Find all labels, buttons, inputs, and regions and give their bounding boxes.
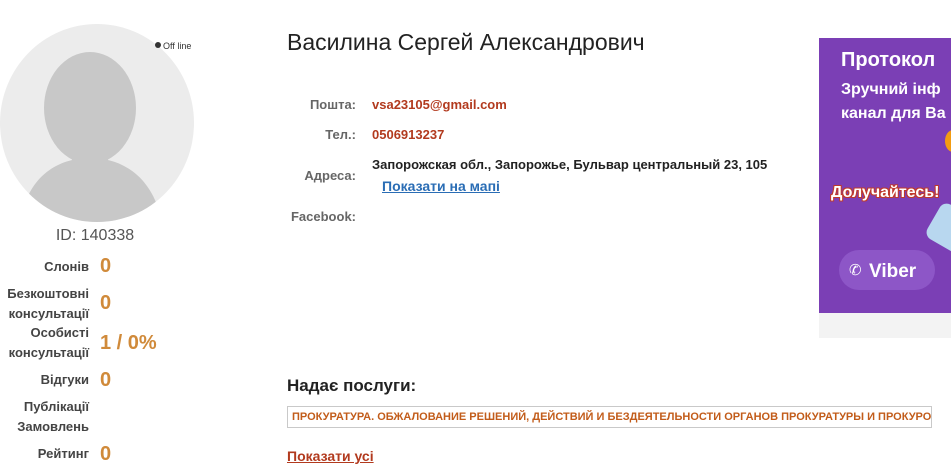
avatar <box>0 24 194 222</box>
stat-label-personal-consultations: Особисті консультації <box>8 325 89 360</box>
address-value: Запорожская обл., Запорожье, Бульвар цен… <box>372 157 768 172</box>
ad-subtitle-line2: канал для Ва <box>841 105 946 122</box>
ad-footer <box>819 313 951 338</box>
viber-button[interactable]: ✆ Viber <box>839 250 935 290</box>
stat-value-slony: 0 <box>100 255 112 277</box>
stat-label-reviews: Відгуки <box>40 372 89 387</box>
show-on-map-link[interactable]: Показати на мапі <box>382 178 500 194</box>
status-text: Off line <box>163 41 192 51</box>
ad-decoration <box>945 130 951 152</box>
stat-label-slony: Слонів <box>44 259 89 274</box>
ad-subtitle-line1: Зручний інф <box>841 81 941 98</box>
phone-label: Тел.: <box>325 127 356 142</box>
ad-decoration-shape <box>923 200 951 256</box>
phone-value: 0506913237 <box>372 127 445 142</box>
stat-label-free-consultations: Безкоштовні консультації <box>7 286 89 321</box>
user-id: ID: 140338 <box>55 227 135 244</box>
ad-title: Протокол <box>841 49 936 71</box>
phone-icon: ✆ <box>849 262 862 279</box>
email-value: vsa23105@gmail.com <box>372 97 507 112</box>
stat-value-rating: 0 <box>100 443 112 465</box>
services-title: Надає послуги: <box>287 376 417 395</box>
address-label: Адреса: <box>304 168 356 183</box>
stat-label-publications: Публікації Замовлень <box>17 399 89 434</box>
online-status: Off line <box>155 41 191 51</box>
service-tag[interactable]: ПРОКУРАТУРА. ОБЖАЛОВАНИЕ РЕШЕНИЙ, ДЕЙСТВ… <box>287 406 932 428</box>
ad-cta: Долучайтесь! <box>831 184 940 201</box>
stat-value-free-consultations: 0 <box>100 292 112 314</box>
page-title: Василина Сергей Александрович <box>287 29 645 55</box>
email-label: Пошта: <box>309 97 356 112</box>
facebook-label: Facebook: <box>290 209 356 224</box>
show-all-services-link[interactable]: Показати усі <box>287 448 374 464</box>
ad-banner[interactable]: Протокол Зручний інф канал для Ва Долуча… <box>819 38 951 338</box>
status-dot-icon <box>155 42 161 48</box>
stat-label-rating: Рейтинг <box>37 446 89 461</box>
stat-value-reviews: 0 <box>100 369 112 391</box>
stat-value-personal-consultations: 1 / 0% <box>100 332 157 354</box>
user-silhouette-icon <box>20 52 162 222</box>
viber-label: Viber <box>869 261 917 282</box>
